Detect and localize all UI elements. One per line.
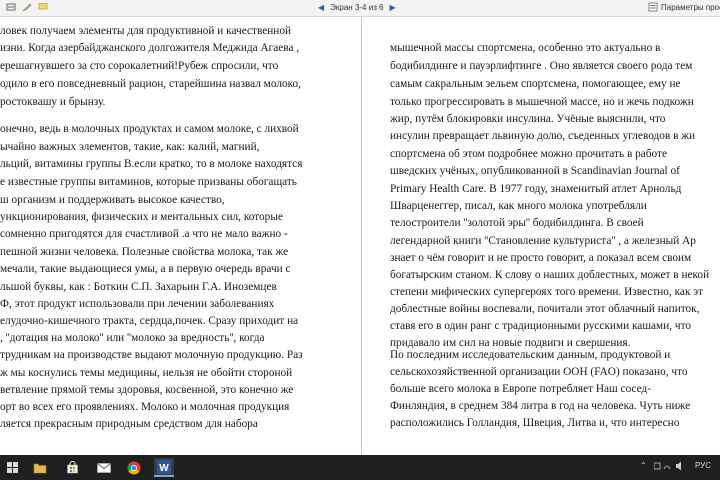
text-line: сельскохозяйственной организации ООН (FA… (390, 366, 688, 378)
text-line: онечно, ведь в молочных продуктах и само… (0, 123, 299, 135)
file-explorer-taskbar-button[interactable] (30, 458, 50, 477)
text-line: ветвление прямой темы здоровья, косвенно… (0, 384, 294, 396)
toolbar-left-group (6, 2, 48, 12)
prev-screen-icon[interactable]: ◀ (318, 3, 324, 12)
text-line: самым сакральным зельем спортсмена, помо… (390, 78, 681, 90)
text-line: елудочно-кишечного тракта, сердца,почек.… (0, 315, 299, 327)
left-page[interactable]: ловек получаем элементы для продуктивной… (0, 17, 361, 455)
text-line: По последним исследовательским данным, п… (390, 349, 671, 361)
page-indicator: Экран 3-4 из 6 (330, 3, 384, 12)
tray-chevron-icon[interactable]: ⌃ (640, 461, 647, 470)
comment-icon[interactable] (38, 2, 48, 12)
text-line: легендарной книги ''Становление культури… (390, 235, 696, 247)
text-line: расположились Голландия, Швеция, Литва и… (390, 417, 680, 429)
tray-status-icons (653, 461, 681, 471)
text-line: Финляндия, в среднем 384 литра в год на … (390, 400, 691, 412)
text-line: , ''дотация на молоко'' или ''молоко за … (0, 332, 265, 344)
text-line: льций, витамины группы В.если кратко, то… (0, 158, 303, 170)
text-line: богатырским станом. К слову о наших добл… (390, 269, 710, 281)
text-line: ловек получаем элементы для продуктивной… (0, 25, 292, 37)
chrome-taskbar-button[interactable] (124, 458, 144, 477)
text-line: ростоквашу и брынзу. (0, 96, 106, 108)
folder-icon (33, 463, 47, 473)
text-line: жир, путём блокировки инсулина. Учёные в… (390, 113, 666, 125)
text-line: ерешагнувшего за сто сорокалетний!Рубеж … (0, 60, 279, 72)
text-line: больше всего молока в Европе потребляет … (390, 383, 652, 395)
windows-taskbar: W ⌃ РУС (0, 455, 720, 480)
mail-taskbar-button[interactable] (94, 458, 114, 477)
text-line: льшой буквы, как : Боткин С.П. Захарьин … (0, 281, 277, 293)
svg-text:W: W (159, 463, 169, 474)
text-line: степени мифических супергероях того врем… (390, 286, 704, 298)
text-line: шведских учёных, опубликованной в Scandi… (390, 165, 680, 177)
word-taskbar-button[interactable]: W (154, 458, 174, 477)
next-screen-icon[interactable]: ▶ (390, 3, 396, 12)
word-icon: W (157, 459, 171, 474)
text-line: бодибилдинге и пауэрлифтинге . Оно являе… (390, 60, 693, 72)
text-line: Шварценеггер, писал, как много молока уп… (390, 200, 647, 212)
notification-area-icons[interactable] (653, 461, 688, 473)
view-options-icon (648, 2, 658, 12)
text-line: пешной жизни человека. Полезные свойства… (0, 246, 289, 258)
text-line: ляется прекрасным природным средством дл… (0, 418, 258, 430)
text-line: ункционирования, физических и ментальных… (0, 211, 283, 223)
view-options-label: Параметры просм (661, 2, 720, 12)
text-line: Ф, этот продукт использовали при лечении… (0, 298, 275, 310)
view-options-button[interactable]: Параметры просм (648, 2, 720, 12)
input-language-indicator[interactable]: РУС (695, 461, 711, 470)
tools-icon[interactable] (6, 2, 16, 12)
text-line: мечали, такие выдающиеся умы, а в первую… (0, 263, 291, 275)
store-bag-icon (66, 461, 78, 474)
text-line: ж мы коснулись темы медицины, нельзя не … (0, 367, 293, 379)
chrome-icon (127, 461, 141, 474)
start-button[interactable] (2, 458, 22, 477)
text-line: е известные группы витаминов, которые пр… (0, 176, 297, 188)
text-line: изни. Когда азербайджанского долгожителя… (0, 42, 300, 54)
text-line: инсулин превращает львиную долю, съеденн… (390, 130, 696, 142)
highlight-icon[interactable] (22, 2, 32, 12)
text-line: телостроители ''золотой эры'' бодибилдин… (390, 217, 644, 229)
text-line: трудникам на производстве выдают молочну… (0, 349, 303, 361)
right-page[interactable]: мышечной массы спортсмена, особенно это … (362, 17, 720, 455)
text-line: Primary Health Care. В 1977 году, знамен… (390, 183, 682, 195)
store-taskbar-button[interactable] (62, 458, 82, 477)
document-reading-area[interactable]: ловек получаем элементы для продуктивной… (0, 17, 720, 455)
reading-toolbar: ◀ Экран 3-4 из 6 ▶ Параметры просм (0, 0, 720, 17)
text-line: ставя его в один ранг с традиционными ру… (390, 320, 691, 332)
text-line: ычайно важных элементов, такие, как: кал… (0, 141, 260, 153)
text-line: знает о чём говорит и не просто говорит,… (390, 252, 692, 264)
windows-logo-icon (6, 462, 18, 473)
mail-envelope-icon (97, 462, 111, 473)
text-line: только прогрессировать в мышечной массе,… (390, 96, 694, 108)
text-line: ш организм и поддерживать высокое качест… (0, 194, 225, 206)
text-line: доблестные войны воспевали, почитали это… (390, 303, 700, 315)
text-line: мышечной массы спортсмена, особенно это … (390, 42, 661, 54)
page-navigation: ◀ Экран 3-4 из 6 ▶ (318, 3, 396, 12)
text-line: сомненно пригодятся для счастливой .а чт… (0, 228, 288, 240)
text-line: одило в его повседневный рацион, старейш… (0, 78, 301, 90)
text-line: спортсмена об этом подробнее можно прочи… (390, 148, 668, 160)
text-line: орт во всех его проявлениях. Молоко и мо… (0, 401, 290, 413)
